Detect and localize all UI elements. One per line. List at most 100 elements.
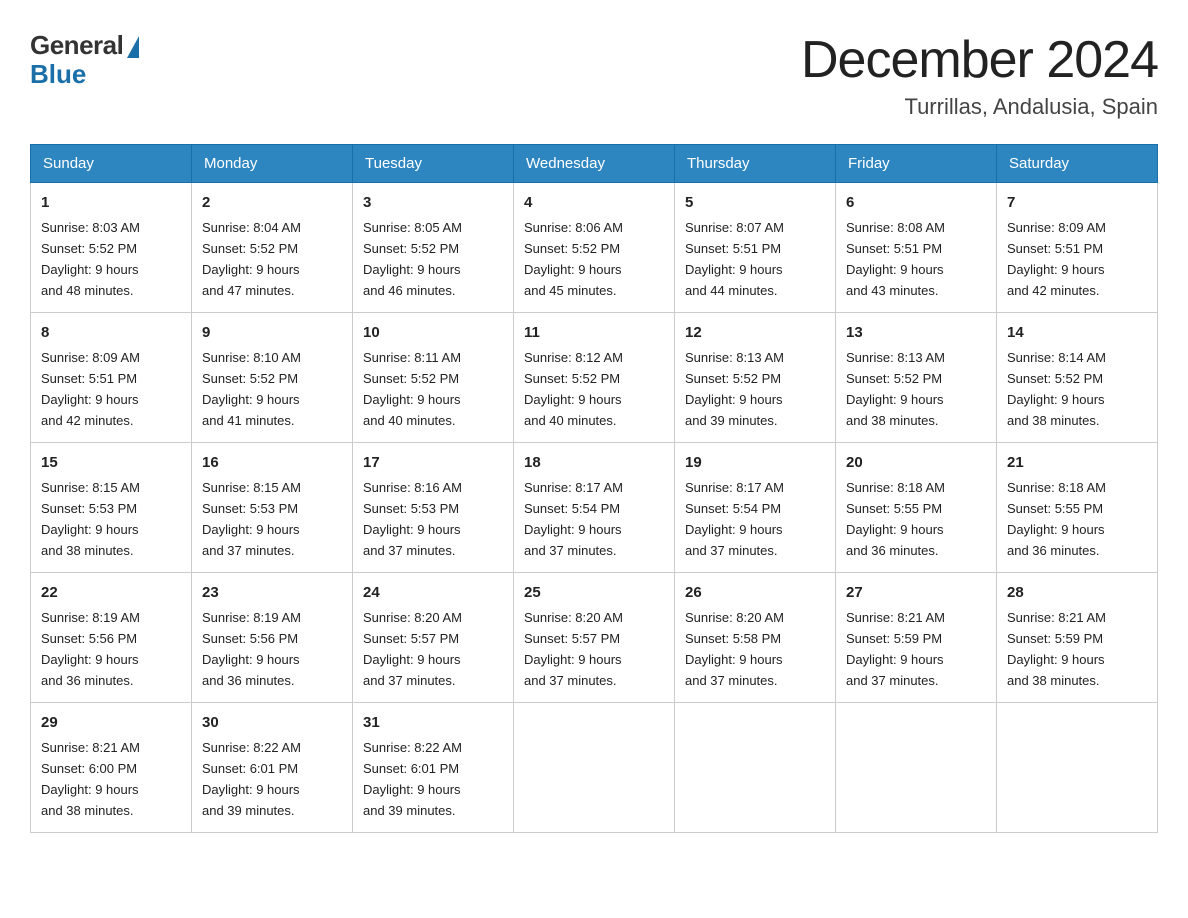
day-number: 13 xyxy=(846,321,986,344)
day-info: Sunrise: 8:21 AMSunset: 6:00 PMDaylight:… xyxy=(41,740,140,818)
day-info: Sunrise: 8:19 AMSunset: 5:56 PMDaylight:… xyxy=(41,610,140,688)
day-number: 6 xyxy=(846,191,986,214)
day-cell: 6 Sunrise: 8:08 AMSunset: 5:51 PMDaylight… xyxy=(836,183,997,313)
day-cell: 13 Sunrise: 8:13 AMSunset: 5:52 PMDayligh… xyxy=(836,312,997,442)
day-info: Sunrise: 8:18 AMSunset: 5:55 PMDaylight:… xyxy=(846,480,945,558)
day-info: Sunrise: 8:22 AMSunset: 6:01 PMDaylight:… xyxy=(363,740,462,818)
day-cell xyxy=(514,702,675,832)
day-cell: 18 Sunrise: 8:17 AMSunset: 5:54 PMDayligh… xyxy=(514,442,675,572)
day-number: 16 xyxy=(202,451,342,474)
day-number: 27 xyxy=(846,581,986,604)
location-title: Turrillas, Andalusia, Spain xyxy=(801,94,1158,120)
day-info: Sunrise: 8:14 AMSunset: 5:52 PMDaylight:… xyxy=(1007,350,1106,428)
day-info: Sunrise: 8:16 AMSunset: 5:53 PMDaylight:… xyxy=(363,480,462,558)
day-cell: 9 Sunrise: 8:10 AMSunset: 5:52 PMDaylight… xyxy=(192,312,353,442)
day-cell: 12 Sunrise: 8:13 AMSunset: 5:52 PMDayligh… xyxy=(675,312,836,442)
page-header: General Blue December 2024 Turrillas, An… xyxy=(30,30,1158,120)
day-number: 7 xyxy=(1007,191,1147,214)
day-number: 17 xyxy=(363,451,503,474)
day-info: Sunrise: 8:17 AMSunset: 5:54 PMDaylight:… xyxy=(685,480,784,558)
day-info: Sunrise: 8:11 AMSunset: 5:52 PMDaylight:… xyxy=(363,350,461,428)
header-row: SundayMondayTuesdayWednesdayThursdayFrid… xyxy=(31,145,1158,183)
week-row-3: 15 Sunrise: 8:15 AMSunset: 5:53 PMDayligh… xyxy=(31,442,1158,572)
day-info: Sunrise: 8:10 AMSunset: 5:52 PMDaylight:… xyxy=(202,350,301,428)
day-info: Sunrise: 8:20 AMSunset: 5:58 PMDaylight:… xyxy=(685,610,784,688)
calendar-table: SundayMondayTuesdayWednesdayThursdayFrid… xyxy=(30,144,1158,833)
logo-triangle-icon xyxy=(127,36,139,58)
day-info: Sunrise: 8:04 AMSunset: 5:52 PMDaylight:… xyxy=(202,220,301,298)
day-cell: 27 Sunrise: 8:21 AMSunset: 5:59 PMDayligh… xyxy=(836,572,997,702)
logo: General Blue xyxy=(30,30,139,90)
week-row-4: 22Sunrise: 8:19 AMSunset: 5:56 PMDayligh… xyxy=(31,572,1158,702)
day-info: Sunrise: 8:08 AMSunset: 5:51 PMDaylight:… xyxy=(846,220,945,298)
day-info: Sunrise: 8:15 AMSunset: 5:53 PMDaylight:… xyxy=(41,480,140,558)
day-cell: 22Sunrise: 8:19 AMSunset: 5:56 PMDayligh… xyxy=(31,572,192,702)
day-info: Sunrise: 8:17 AMSunset: 5:54 PMDaylight:… xyxy=(524,480,623,558)
day-info: Sunrise: 8:15 AMSunset: 5:53 PMDaylight:… xyxy=(202,480,301,558)
day-number: 10 xyxy=(363,321,503,344)
day-number: 30 xyxy=(202,711,342,734)
day-cell: 7 Sunrise: 8:09 AMSunset: 5:51 PMDaylight… xyxy=(997,183,1158,313)
day-number: 15 xyxy=(41,451,181,474)
day-info: Sunrise: 8:12 AMSunset: 5:52 PMDaylight:… xyxy=(524,350,623,428)
day-number: 25 xyxy=(524,581,664,604)
column-header-wednesday: Wednesday xyxy=(514,145,675,183)
day-cell: 5Sunrise: 8:07 AMSunset: 5:51 PMDaylight… xyxy=(675,183,836,313)
day-number: 19 xyxy=(685,451,825,474)
column-header-tuesday: Tuesday xyxy=(353,145,514,183)
day-cell: 23Sunrise: 8:19 AMSunset: 5:56 PMDayligh… xyxy=(192,572,353,702)
day-cell: 21Sunrise: 8:18 AMSunset: 5:55 PMDayligh… xyxy=(997,442,1158,572)
day-info: Sunrise: 8:22 AMSunset: 6:01 PMDaylight:… xyxy=(202,740,301,818)
month-title: December 2024 xyxy=(801,30,1158,90)
day-number: 20 xyxy=(846,451,986,474)
day-cell: 20 Sunrise: 8:18 AMSunset: 5:55 PMDayligh… xyxy=(836,442,997,572)
day-number: 14 xyxy=(1007,321,1147,344)
day-info: Sunrise: 8:20 AMSunset: 5:57 PMDaylight:… xyxy=(524,610,623,688)
day-info: Sunrise: 8:13 AMSunset: 5:52 PMDaylight:… xyxy=(685,350,784,428)
day-number: 18 xyxy=(524,451,664,474)
day-cell: 25 Sunrise: 8:20 AMSunset: 5:57 PMDayligh… xyxy=(514,572,675,702)
day-info: Sunrise: 8:06 AMSunset: 5:52 PMDaylight:… xyxy=(524,220,623,298)
day-number: 12 xyxy=(685,321,825,344)
column-header-monday: Monday xyxy=(192,145,353,183)
day-cell: 1 Sunrise: 8:03 AMSunset: 5:52 PMDaylight… xyxy=(31,183,192,313)
day-info: Sunrise: 8:13 AMSunset: 5:52 PMDaylight:… xyxy=(846,350,945,428)
day-cell: 28 Sunrise: 8:21 AMSunset: 5:59 PMDayligh… xyxy=(997,572,1158,702)
day-cell: 31Sunrise: 8:22 AMSunset: 6:01 PMDayligh… xyxy=(353,702,514,832)
day-info: Sunrise: 8:05 AMSunset: 5:52 PMDaylight:… xyxy=(363,220,462,298)
day-number: 4 xyxy=(524,191,664,214)
day-cell: 29 Sunrise: 8:21 AMSunset: 6:00 PMDayligh… xyxy=(31,702,192,832)
day-cell xyxy=(836,702,997,832)
day-cell: 26Sunrise: 8:20 AMSunset: 5:58 PMDayligh… xyxy=(675,572,836,702)
day-number: 24 xyxy=(363,581,503,604)
day-cell: 11 Sunrise: 8:12 AMSunset: 5:52 PMDayligh… xyxy=(514,312,675,442)
day-info: Sunrise: 8:09 AMSunset: 5:51 PMDaylight:… xyxy=(1007,220,1106,298)
day-info: Sunrise: 8:21 AMSunset: 5:59 PMDaylight:… xyxy=(1007,610,1106,688)
day-number: 28 xyxy=(1007,581,1147,604)
day-info: Sunrise: 8:03 AMSunset: 5:52 PMDaylight:… xyxy=(41,220,140,298)
column-header-friday: Friday xyxy=(836,145,997,183)
day-info: Sunrise: 8:19 AMSunset: 5:56 PMDaylight:… xyxy=(202,610,301,688)
day-cell xyxy=(675,702,836,832)
day-info: Sunrise: 8:21 AMSunset: 5:59 PMDaylight:… xyxy=(846,610,945,688)
logo-blue-text: Blue xyxy=(30,59,86,90)
day-cell: 8Sunrise: 8:09 AMSunset: 5:51 PMDaylight… xyxy=(31,312,192,442)
day-info: Sunrise: 8:18 AMSunset: 5:55 PMDaylight:… xyxy=(1007,480,1106,558)
day-cell: 10 Sunrise: 8:11 AMSunset: 5:52 PMDayligh… xyxy=(353,312,514,442)
column-header-thursday: Thursday xyxy=(675,145,836,183)
day-number: 29 xyxy=(41,711,181,734)
day-number: 1 xyxy=(41,191,181,214)
day-cell: 16 Sunrise: 8:15 AMSunset: 5:53 PMDayligh… xyxy=(192,442,353,572)
day-number: 5 xyxy=(685,191,825,214)
day-number: 3 xyxy=(363,191,503,214)
week-row-5: 29 Sunrise: 8:21 AMSunset: 6:00 PMDayligh… xyxy=(31,702,1158,832)
column-header-sunday: Sunday xyxy=(31,145,192,183)
day-number: 11 xyxy=(524,321,664,344)
day-number: 9 xyxy=(202,321,342,344)
day-cell: 24 Sunrise: 8:20 AMSunset: 5:57 PMDayligh… xyxy=(353,572,514,702)
day-cell xyxy=(997,702,1158,832)
day-info: Sunrise: 8:20 AMSunset: 5:57 PMDaylight:… xyxy=(363,610,462,688)
day-number: 2 xyxy=(202,191,342,214)
day-cell: 30 Sunrise: 8:22 AMSunset: 6:01 PMDayligh… xyxy=(192,702,353,832)
day-cell: 15 Sunrise: 8:15 AMSunset: 5:53 PMDayligh… xyxy=(31,442,192,572)
